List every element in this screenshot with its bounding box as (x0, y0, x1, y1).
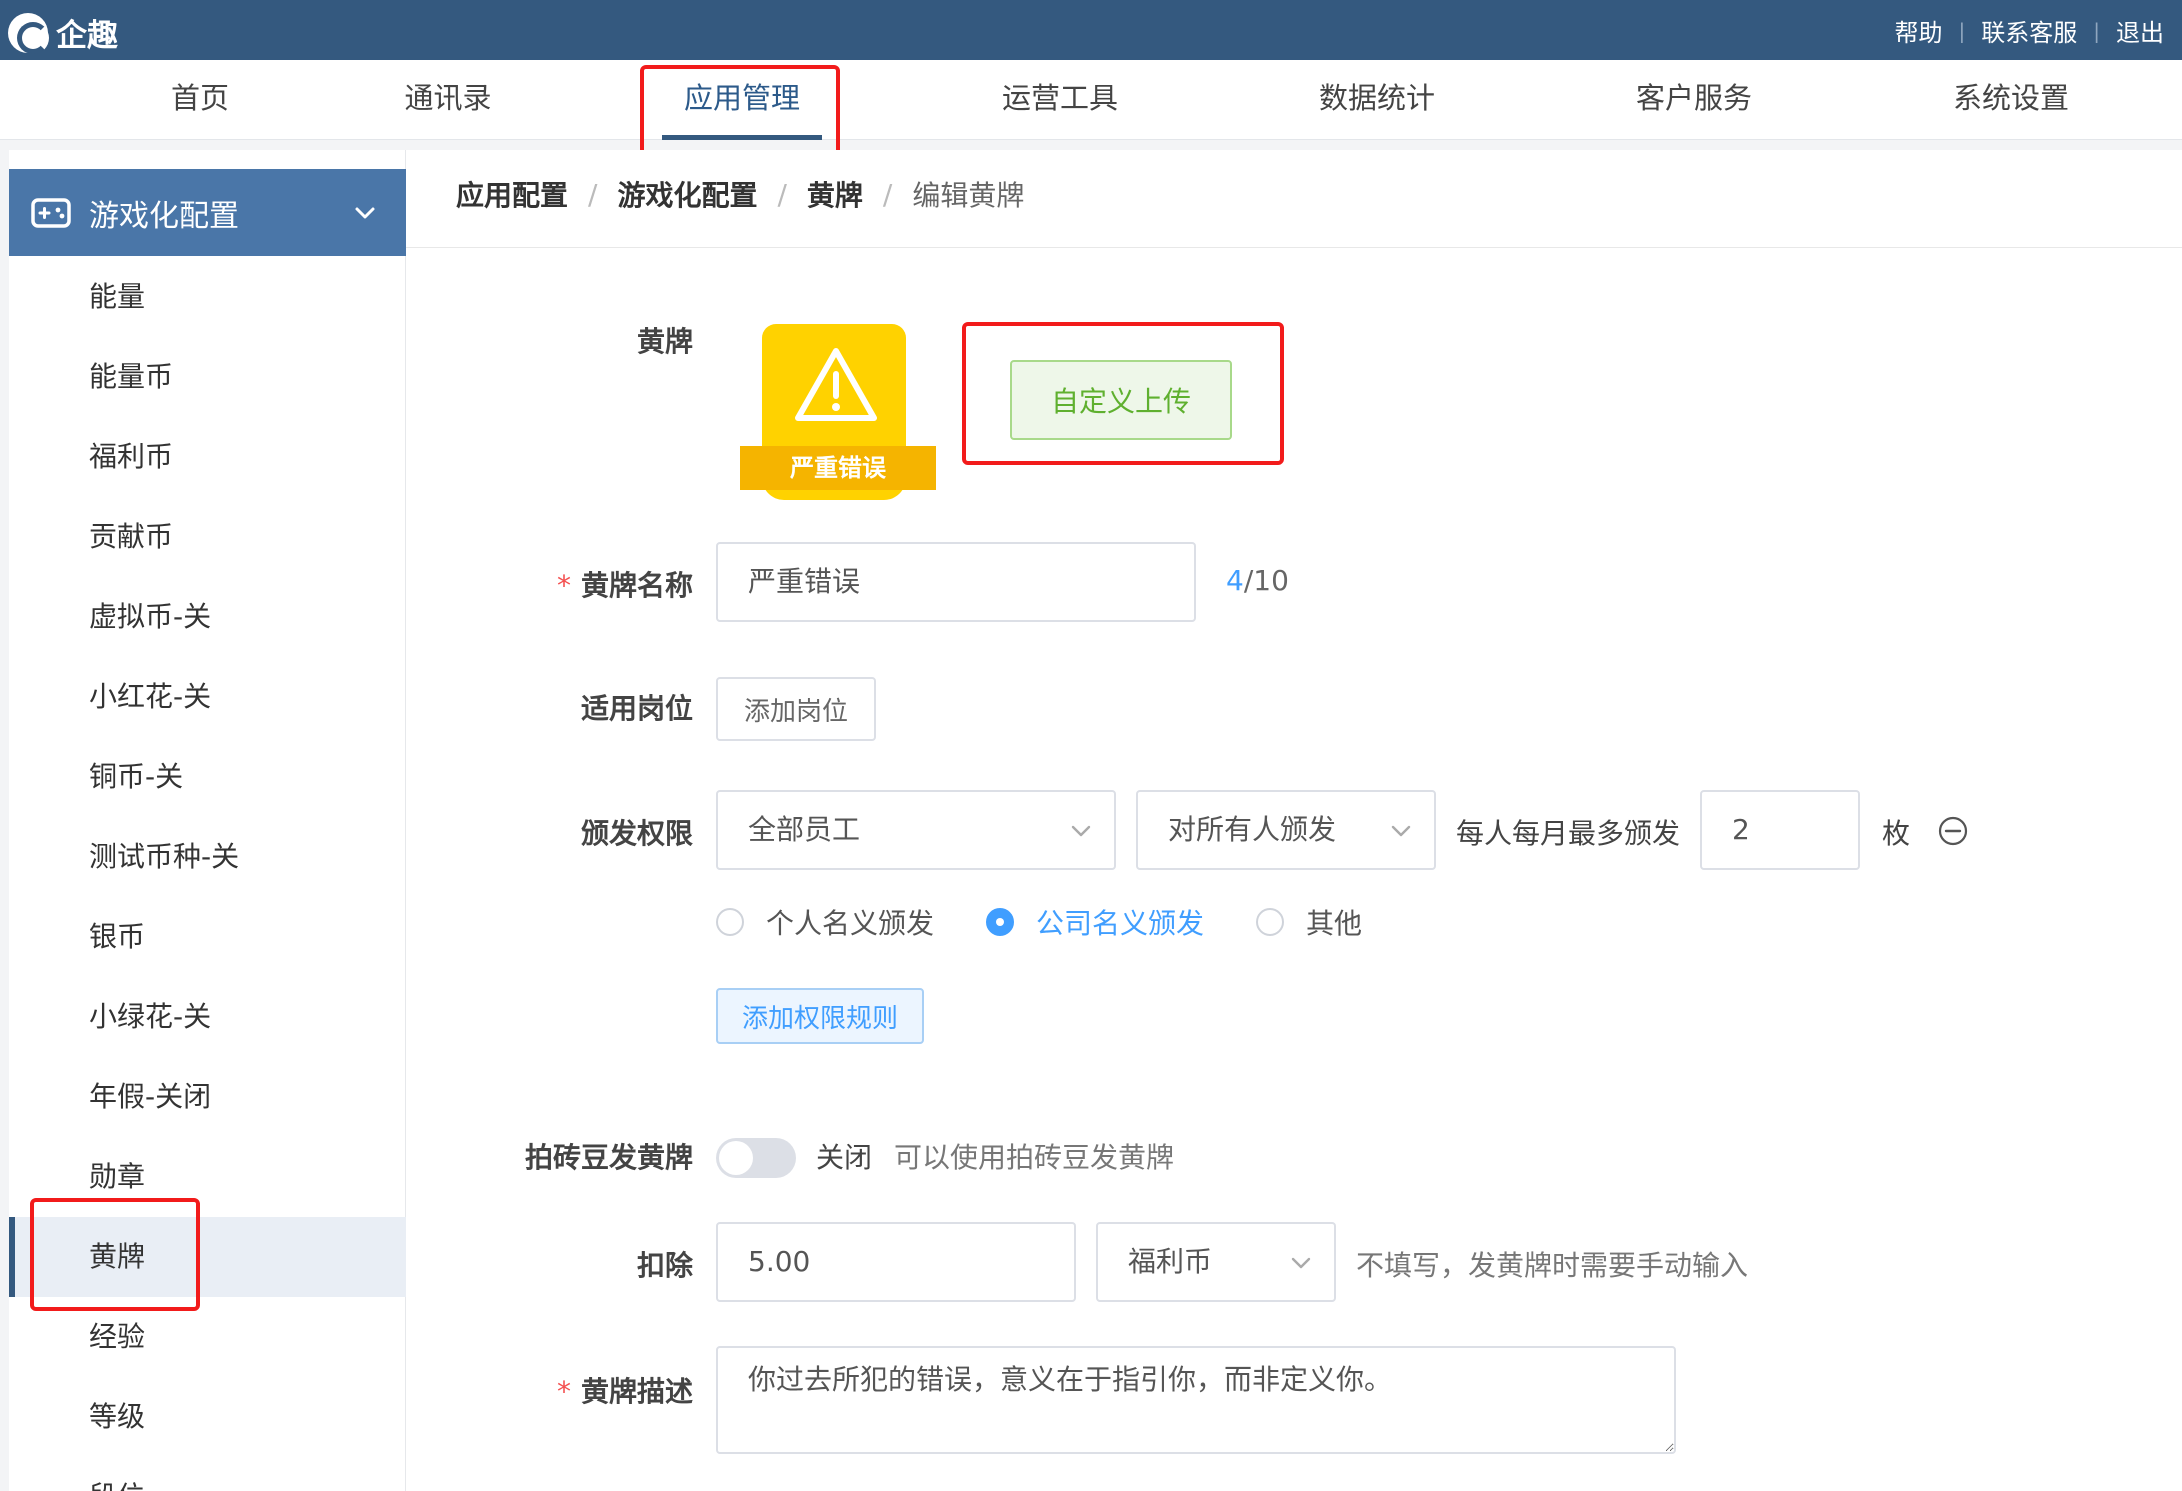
app-logo[interactable]: 企趣 (8, 10, 118, 55)
permission-label: 颁发权限 (580, 817, 693, 850)
breadcrumb-separator: / (882, 177, 893, 211)
radio-other-label: 其他 (1306, 907, 1363, 940)
name-counter-current: 4 (1226, 564, 1244, 597)
sidebar-item-welfare-coin[interactable]: 福利币 (9, 417, 406, 497)
deduct-currency-select[interactable]: 福利币 (1096, 1222, 1336, 1302)
permission-scope-value: 全部员工 (748, 813, 861, 846)
post-label: 适用岗位 (580, 692, 693, 725)
highlight-box-sidebar (30, 1198, 200, 1311)
top-bar: 企趣 帮助 | 联系客服 | 退出 (0, 0, 2182, 60)
limit-input[interactable]: 2 (1700, 790, 1860, 870)
nav-data-statistics[interactable]: 数据统计 (1307, 60, 1447, 140)
highlight-box-nav (640, 65, 840, 160)
top-links: 帮助 | 联系客服 | 退出 (1895, 13, 2165, 48)
nav-home[interactable]: 首页 (150, 60, 250, 140)
nav-contacts[interactable]: 通讯录 (398, 60, 498, 140)
nav-customer-service[interactable]: 客户服务 (1624, 60, 1764, 140)
nav-operation-tools[interactable]: 运营工具 (990, 60, 1130, 140)
sidebar-item-energy-coin[interactable]: 能量币 (9, 337, 406, 417)
help-link[interactable]: 帮助 (1895, 13, 1943, 48)
description-textarea[interactable]: 你过去所犯的错误，意义在于指引你，而非定义你。 (716, 1346, 1676, 1454)
description-label-text: 黄牌描述 (580, 1375, 693, 1408)
name-label-text: 黄牌名称 (580, 569, 693, 602)
breadcrumb-separator: / (777, 177, 787, 211)
sidebar-item-rank[interactable]: 段位 (9, 1457, 406, 1491)
main-content: 应用配置 / 游戏化配置 / 黄牌 / 编辑黄牌 黄牌 严重错误 自定义上传 *… (406, 150, 2182, 1491)
deduct-input[interactable]: 5.00 (716, 1222, 1076, 1302)
deduct-currency-value: 福利币 (1128, 1245, 1213, 1278)
sidebar-group-gamification[interactable]: 游戏化配置 (9, 169, 406, 256)
add-permission-rule-button[interactable]: 添加权限规则 (716, 988, 924, 1044)
deduct-hint: 不填写，发黄牌时需要手动输入 (1356, 1249, 1749, 1282)
limit-unit: 枚 (1882, 817, 1911, 850)
chevron-down-icon (1391, 825, 1411, 837)
chevron-down-icon (1291, 1257, 1311, 1269)
sidebar-item-copper-coin[interactable]: 铜币-关 (9, 737, 406, 817)
breadcrumb: 应用配置 / 游戏化配置 / 黄牌 / 编辑黄牌 (456, 174, 1024, 214)
brick-hint: 可以使用拍砖豆发黄牌 (894, 1141, 1175, 1174)
breadcrumb-divider (406, 247, 2182, 248)
radio-company[interactable]: 公司名义颁发 (986, 902, 1204, 942)
contact-service-link[interactable]: 联系客服 (1981, 13, 2077, 48)
highlight-box-upload (962, 322, 1284, 465)
radio-personal-label: 个人名义颁发 (766, 907, 935, 940)
sidebar-group-label: 游戏化配置 (89, 198, 239, 234)
sidebar-item-red-flower[interactable]: 小红花-关 (9, 657, 406, 737)
limit-label: 每人每月最多颁发 (1456, 817, 1681, 850)
name-label: * 黄牌名称 (406, 564, 693, 604)
breadcrumb-gamification[interactable]: 游戏化配置 (617, 174, 757, 214)
sidebar-item-energy[interactable]: 能量 (9, 257, 406, 337)
permission-scope-select[interactable]: 全部员工 (716, 790, 1116, 870)
name-input[interactable]: 严重错误 (716, 542, 1196, 622)
badge-preview: 严重错误 (740, 324, 940, 504)
sidebar-item-contribution-coin[interactable]: 贡献币 (9, 497, 406, 577)
radio-personal[interactable]: 个人名义颁发 (716, 902, 934, 942)
breadcrumb-yellow-card[interactable]: 黄牌 (807, 174, 863, 214)
deduct-label: 扣除 (636, 1249, 693, 1282)
nav-system-settings[interactable]: 系统设置 (1941, 60, 2081, 140)
logout-link[interactable]: 退出 (2116, 13, 2164, 48)
brick-label: 拍砖豆发黄牌 (524, 1141, 693, 1174)
sidebar-item-annual-leave[interactable]: 年假-关闭 (9, 1057, 406, 1137)
breadcrumb-app-config[interactable]: 应用配置 (456, 174, 568, 214)
sidebar-item-silver-coin[interactable]: 银币 (9, 897, 406, 977)
name-counter: 4/10 (1226, 564, 1289, 597)
chevron-down-icon (1071, 825, 1091, 837)
description-label: * 黄牌描述 (406, 1370, 693, 1410)
chevron-down-icon (355, 207, 375, 218)
sidebar-item-test-currency[interactable]: 测试币种-关 (9, 817, 406, 897)
required-mark: * (556, 1375, 571, 1408)
brick-switch-state: 关闭 (816, 1141, 873, 1174)
link-separator: | (2093, 18, 2100, 43)
radio-dot (986, 908, 1014, 936)
sidebar-item-green-flower[interactable]: 小绿花-关 (9, 977, 406, 1057)
radio-company-label: 公司名义颁发 (1036, 907, 1205, 940)
gamepad-icon (31, 197, 71, 228)
link-separator: | (1958, 18, 1966, 43)
breadcrumb-separator: / (588, 177, 598, 211)
breadcrumb-edit-yellow-card: 编辑黄牌 (912, 179, 1025, 212)
permission-target-select[interactable]: 对所有人颁发 (1136, 790, 1436, 870)
logo-icon (8, 12, 49, 54)
main-nav: 首页 通讯录 应用管理 运营工具 数据统计 客户服务 系统设置 (0, 60, 2182, 140)
radio-dot (716, 908, 744, 936)
radio-other[interactable]: 其他 (1256, 902, 1362, 942)
badge-label: 黄牌 (636, 325, 693, 358)
remove-rule-icon[interactable] (1938, 816, 1968, 846)
required-mark: * (556, 569, 571, 602)
sidebar-item-virtual-coin[interactable]: 虚拟币-关 (9, 577, 406, 657)
warning-icon (795, 348, 877, 421)
add-post-button[interactable]: 添加岗位 (716, 677, 876, 741)
brick-switch[interactable] (716, 1138, 796, 1178)
logo-text: 企趣 (56, 18, 118, 54)
name-counter-max: /10 (1243, 564, 1289, 597)
radio-dot (1256, 908, 1284, 936)
badge-ribbon: 严重错误 (740, 446, 936, 490)
sidebar-item-level[interactable]: 等级 (9, 1377, 406, 1457)
permission-target-value: 对所有人颁发 (1168, 813, 1337, 846)
